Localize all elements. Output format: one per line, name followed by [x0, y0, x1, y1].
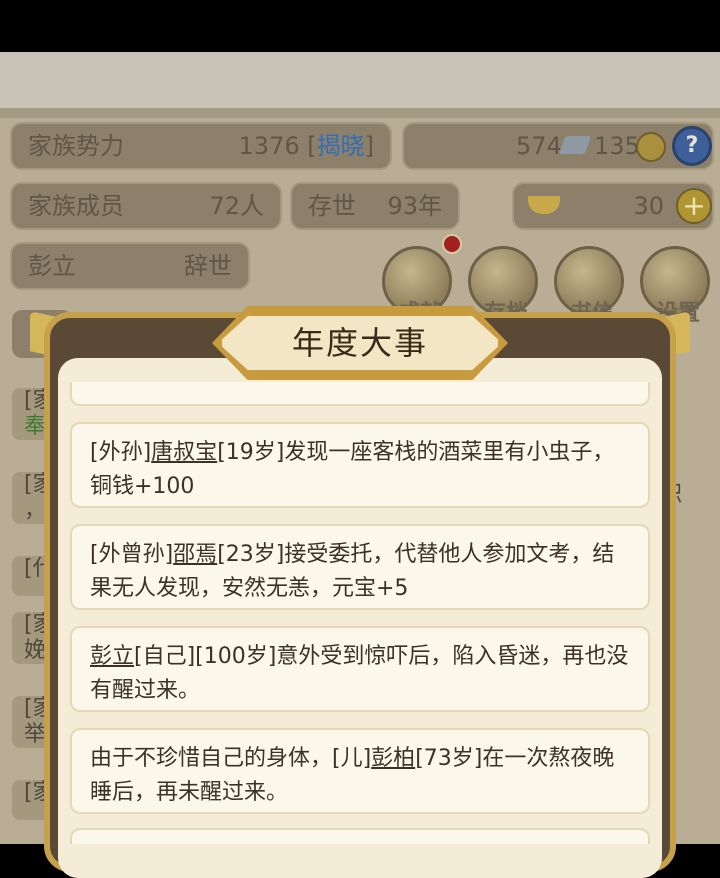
event-card: [外曾孙]邵焉[23岁]接受委托，代替他人参加文考，结果无人发现，安然无恙，元宝… [70, 524, 650, 610]
event-1-name-link[interactable]: 唐叔宝 [151, 440, 217, 465]
currency-panel: 574 135 [402, 122, 714, 170]
log-row-1-green: 奉 [24, 414, 47, 439]
members-label: 家族成员 [28, 192, 124, 220]
next-card-edge [70, 828, 650, 844]
power-rank-link[interactable]: 揭晓 [317, 132, 365, 160]
log-row-2-sub: ， [24, 498, 47, 523]
log-row-5-sub: 举 [24, 722, 47, 747]
event-2-relation: [外曾孙] [90, 542, 174, 567]
letters-button[interactable]: 书信 [554, 246, 624, 326]
head-name: 彭立 [28, 252, 76, 280]
event-card: 由于不珍惜自己的身体，[儿]彭柏[73岁]在一次熬夜晚睡后，再未醒过来。 [70, 728, 650, 814]
notification-dot [442, 234, 462, 254]
family-power-value: 1376 [揭晓] [239, 124, 374, 168]
bracket-open: [ [307, 132, 317, 160]
silver-icon [558, 136, 592, 154]
event-3-text: [自己][100岁]意外受到惊吓后，陷入昏迷，再也没有醒过来。 [90, 644, 629, 703]
banner-strip [0, 108, 720, 118]
event-4-relation: 由于不珍惜自己的身体，[儿] [90, 746, 372, 771]
save-button[interactable]: 存档 [468, 246, 538, 326]
head-status: 辞世 [184, 252, 232, 280]
achievements-button[interactable]: 成就 [382, 246, 452, 326]
event-card: [外孙]唐叔宝[19岁]发现一座客栈的酒菜里有小虫子，铜钱+100 [70, 422, 650, 508]
dialog-title: 年度大事 [291, 324, 428, 362]
alive-value: 93年 [387, 192, 442, 220]
copper-value: 135 [594, 132, 640, 160]
gold-value: 30 [633, 192, 664, 220]
bracket-close: ] [364, 132, 374, 160]
help-button[interactable]: ? [672, 126, 712, 166]
members-value: 72人 [209, 192, 264, 220]
log-row-4-sub: 娩 [24, 638, 47, 663]
family-power-panel[interactable]: 家族势力 1376 [揭晓] [10, 122, 392, 170]
family-members-panel[interactable]: 家族成员 72人 [10, 182, 282, 230]
top-black-bar [0, 0, 720, 52]
event-1-relation: [外孙] [90, 440, 152, 465]
alive-years-panel: 存世 93年 [290, 182, 460, 230]
family-power-label: 家族势力 [28, 132, 124, 160]
top-banner [0, 52, 720, 108]
power-number: 1376 [238, 132, 300, 160]
event-3-name-link[interactable]: 彭立 [90, 644, 134, 669]
settings-button[interactable]: 设置 [640, 246, 710, 326]
add-gold-button[interactable]: + [676, 188, 712, 224]
gold-ingot-icon [528, 196, 560, 214]
previous-card-edge [70, 382, 650, 406]
silver-value: 574 [516, 132, 562, 160]
event-card: 彭立[自己][100岁]意外受到惊吓后，陷入昏迷，再也没有醒过来。 [70, 626, 650, 712]
copper-coin-icon [636, 132, 666, 162]
event-4-name-link[interactable]: 彭柏 [371, 746, 415, 771]
current-head-panel[interactable]: 彭立 辞世 [10, 242, 250, 290]
alive-label: 存世 [308, 192, 356, 220]
event-2-name-link[interactable]: 邵焉 [173, 542, 217, 567]
